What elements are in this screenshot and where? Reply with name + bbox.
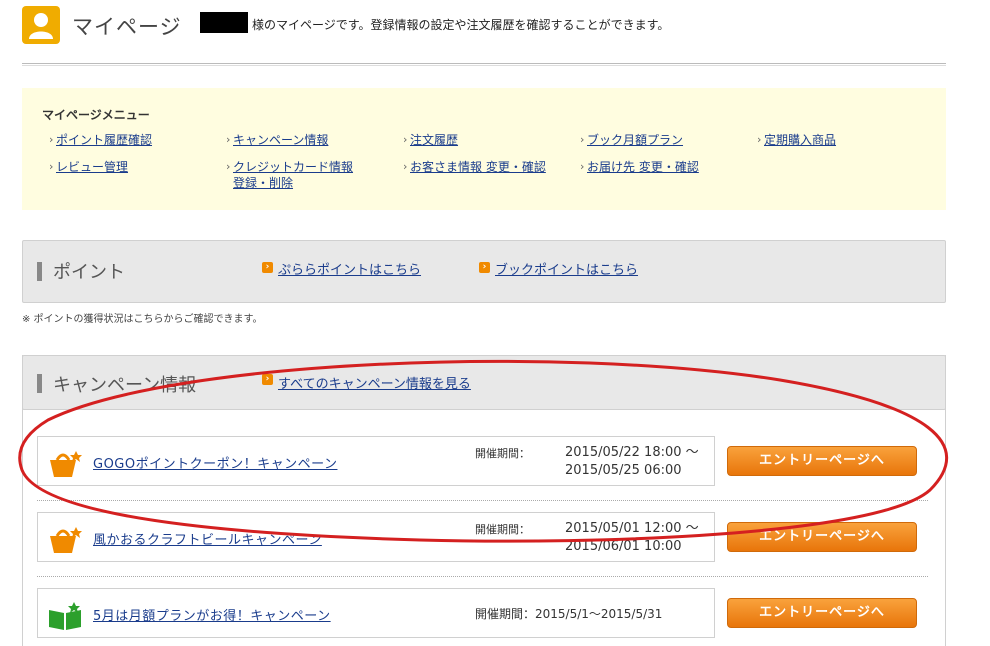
bullet-icon: › [226,133,231,146]
menu-item-label[interactable]: レビュー管理 [56,160,128,174]
book-point-link[interactable]: ブックポイントはこちら [495,259,638,278]
menu-item-subscription[interactable]: › 定期購入商品 [757,132,836,148]
points-note: ※ ポイントの獲得状況はこちらからご確認できます。 [22,314,263,325]
points-section: ポイント › ぷららポイントはこちら › ブックポイントはこちら [22,240,946,303]
campaign-title: キャンペーン情報 [53,375,197,396]
campaign-item: 風かおるクラフトビールキャンペーン 開催期間： 2015/05/01 12:00… [37,512,715,562]
campaign-name-link[interactable]: 5月は月額プランがお得！キャンペーン [93,605,331,624]
header-divider [22,63,946,66]
period-start: 2015/05/22 18:00 〜 [565,445,699,460]
plala-point-link[interactable]: ぷららポイントはこちら [278,259,421,278]
arrow-right-icon: › [479,262,490,273]
mypage-menu: マイページメニュー › ポイント履歴確認 › キャンペーン情報 › 注文履歴 ›… [22,88,946,210]
menu-title: マイページメニュー [42,108,150,122]
campaign-header: キャンペーン情報 › すべてのキャンペーン情報を見る [22,355,946,410]
period-label: 開催期間： [475,523,530,536]
menu-item-order-history[interactable]: › 注文履歴 [403,132,458,148]
menu-item-point-history[interactable]: › ポイント履歴確認 [49,132,152,148]
campaign-name-link[interactable]: GOGOポイントクーポン！キャンペーン [93,453,337,472]
bullet-icon: › [757,133,762,146]
points-title: ポイント [53,262,125,283]
header-description: 様のマイページです。登録情報の設定や注文履歴を確認することができます。 [252,18,670,32]
shopping-basket-icon [48,449,82,477]
campaign-name-link[interactable]: 風かおるクラフトビールキャンペーン [93,529,322,548]
campaign-item: 5月は月額プランがお得！キャンペーン 開催期間：2015/5/1〜2015/5/… [37,588,715,638]
menu-item-label[interactable]: キャンペーン情報 [233,133,328,147]
menu-item-customer-info[interactable]: › お客さま情報 変更・確認 [403,159,546,175]
menu-item-delivery[interactable]: › お届け先 変更・確認 [580,159,699,175]
entry-page-button[interactable]: エントリーページへ [727,598,917,628]
period-value: 2015/05/01 12:00 〜 2015/06/01 10:00 [565,520,699,556]
menu-item-label[interactable]: ブック月額プラン [587,133,683,147]
menu-item-book-plan[interactable]: › ブック月額プラン [580,132,683,148]
page-title: マイページ [72,15,182,39]
bullet-icon: › [226,160,231,173]
menu-item-credit-card[interactable]: › クレジットカード情報 登録・削除 [226,159,353,191]
redacted-username [200,12,248,33]
menu-item-label[interactable]: 定期購入商品 [764,133,836,147]
entry-page-button[interactable]: エントリーページへ [727,446,917,476]
open-book-icon [48,601,81,630]
bullet-icon: › [580,160,585,173]
bullet-icon: › [403,133,408,146]
menu-item-review[interactable]: › レビュー管理 [49,159,128,175]
menu-item-label[interactable]: 注文履歴 [410,133,458,147]
period-label: 開催期間： [475,447,530,460]
menu-item-campaign[interactable]: › キャンペーン情報 [226,132,328,148]
menu-item-label[interactable]: お客さま情報 変更・確認 [410,160,546,174]
period-value: 2015/05/22 18:00 〜 2015/05/25 06:00 [565,444,699,480]
campaign-item: GOGOポイントクーポン！キャンペーン 開催期間： 2015/05/22 18:… [37,436,715,486]
bullet-icon: › [580,133,585,146]
bullet-icon: › [49,133,54,146]
bullet-icon: › [49,160,54,173]
menu-item-label[interactable]: お届け先 変更・確認 [587,160,699,174]
entry-page-button[interactable]: エントリーページへ [727,522,917,552]
divider [37,500,928,501]
bullet-icon: › [403,160,408,173]
shopping-basket-icon [48,525,82,553]
section-bar [37,262,42,281]
period-end: 2015/06/01 10:00 [565,539,682,554]
period-end: 2015/05/25 06:00 [565,463,682,478]
divider [37,576,928,577]
all-campaigns-link[interactable]: すべてのキャンペーン情報を見る [278,373,471,392]
period-start: 2015/05/01 12:00 〜 [565,521,699,536]
section-bar [37,374,42,393]
menu-item-label[interactable]: クレジットカード情報 [233,160,353,174]
arrow-right-icon: › [262,262,273,273]
menu-item-label-line2[interactable]: 登録・削除 [233,176,293,190]
period-value: 開催期間：2015/5/1〜2015/5/31 [475,607,663,621]
menu-item-label[interactable]: ポイント履歴確認 [56,133,152,147]
arrow-right-icon: › [262,374,273,385]
user-avatar-icon [22,6,60,44]
